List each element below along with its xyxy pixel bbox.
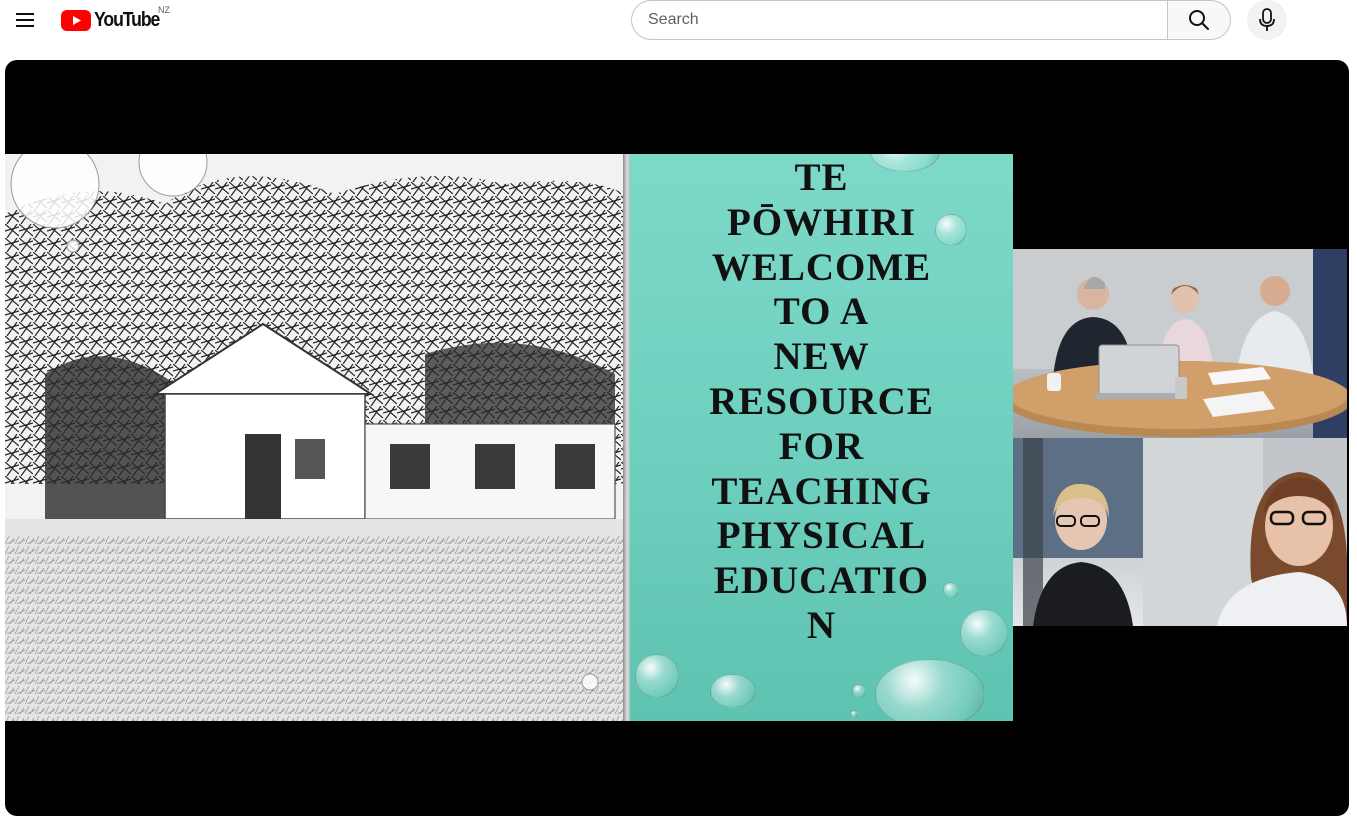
hamburger-menu-icon (16, 13, 34, 15)
slide-title-line: WELCOME (711, 245, 932, 289)
microphone-icon (1259, 8, 1275, 31)
slide-title-line: TO A (773, 290, 870, 334)
webcam-feed-two-people (1013, 438, 1347, 626)
water-drop (635, 654, 679, 698)
video-player[interactable]: TE PŌWHIRI WELCOME TO A NEW RESOURCE FOR… (5, 60, 1349, 816)
hamburger-menu-icon (16, 19, 34, 21)
hamburger-menu-icon (16, 25, 34, 27)
search-input[interactable] (648, 1, 1153, 39)
search-button[interactable] (1167, 0, 1231, 40)
logo-wordmark: YouTube (94, 8, 160, 31)
water-drop (852, 684, 866, 698)
slide-title: TE PŌWHIRI WELCOME TO A NEW RESOURCE FOR… (630, 156, 1013, 649)
search-box (631, 0, 1168, 40)
water-drop (850, 710, 858, 718)
youtube-play-icon (61, 9, 91, 31)
masthead: YouTube NZ (0, 0, 1357, 56)
slide-title-line: N (806, 603, 837, 647)
slide-title-line: PHYSICAL (716, 514, 927, 558)
webcam-scene-group (1013, 249, 1347, 438)
webcam-scene-group (1013, 438, 1347, 626)
slide-title-panel: TE PŌWHIRI WELCOME TO A NEW RESOURCE FOR… (630, 154, 1013, 721)
slide-title-line: PŌWHIRI (726, 200, 916, 244)
guide-menu-button[interactable] (9, 4, 41, 36)
sketch-illustration (5, 154, 625, 721)
water-drop (875, 659, 985, 721)
water-drop (710, 674, 756, 708)
slide-title-line: FOR (778, 424, 865, 468)
country-code: NZ (158, 5, 170, 15)
voice-search-button[interactable] (1247, 0, 1287, 40)
slide-title-line: EDUCATIO (713, 559, 930, 603)
magnifier-icon (1189, 10, 1209, 30)
slide-title-line: TEACHING (711, 469, 932, 513)
slide-title-line: RESOURCE (709, 379, 934, 423)
youtube-home-logo[interactable]: YouTube (61, 7, 168, 33)
webcam-feed-meeting-room (1013, 249, 1347, 438)
slide-title-line: NEW (773, 335, 870, 379)
slide-title-line: TE (794, 156, 849, 199)
slide-sketch-image (5, 154, 625, 721)
